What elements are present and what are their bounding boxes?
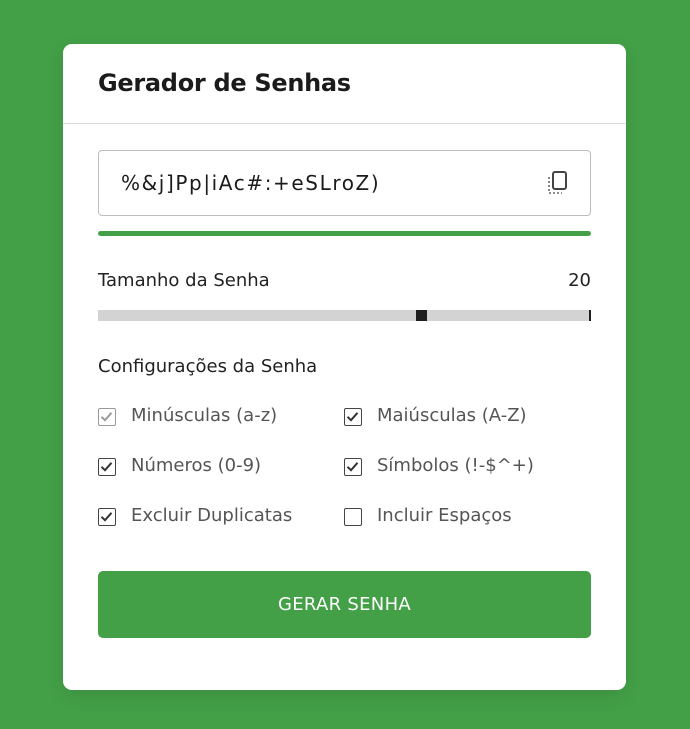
option-label: Minúsculas (a-z) bbox=[131, 405, 278, 426]
password-strength-fill bbox=[98, 231, 591, 236]
length-slider[interactable] bbox=[98, 310, 591, 321]
password-strength-bar bbox=[98, 231, 591, 236]
settings-title: Configurações da Senha bbox=[98, 356, 318, 377]
password-field[interactable] bbox=[99, 151, 529, 215]
password-generator-card: Gerador de Senhas Tamanho da Senha 20 Co… bbox=[63, 44, 626, 690]
length-row: Tamanho da Senha 20 bbox=[98, 270, 591, 294]
generate-password-button[interactable]: GERAR SENHA bbox=[98, 571, 591, 638]
length-value: 20 bbox=[568, 270, 591, 291]
option-label: Excluir Duplicatas bbox=[131, 505, 293, 526]
checkbox[interactable] bbox=[344, 508, 362, 526]
slider-thumb[interactable] bbox=[416, 310, 427, 321]
checkbox[interactable] bbox=[98, 508, 116, 526]
page-title: Gerador de Senhas bbox=[98, 69, 351, 97]
slider-end bbox=[589, 310, 591, 321]
checkbox[interactable] bbox=[98, 408, 116, 426]
slider-track[interactable] bbox=[98, 310, 591, 321]
option-label: Números (0-9) bbox=[131, 455, 262, 476]
option-label: Símbolos (!-$^+) bbox=[377, 455, 534, 476]
option-label: Maiúsculas (A-Z) bbox=[377, 405, 527, 426]
card-header: Gerador de Senhas bbox=[63, 44, 626, 124]
option-label: Incluir Espaços bbox=[377, 505, 512, 526]
length-label: Tamanho da Senha bbox=[98, 270, 270, 291]
checkbox[interactable] bbox=[344, 458, 362, 476]
copy-icon[interactable] bbox=[544, 169, 572, 197]
password-display bbox=[98, 150, 591, 216]
checkbox[interactable] bbox=[98, 458, 116, 476]
checkbox[interactable] bbox=[344, 408, 362, 426]
